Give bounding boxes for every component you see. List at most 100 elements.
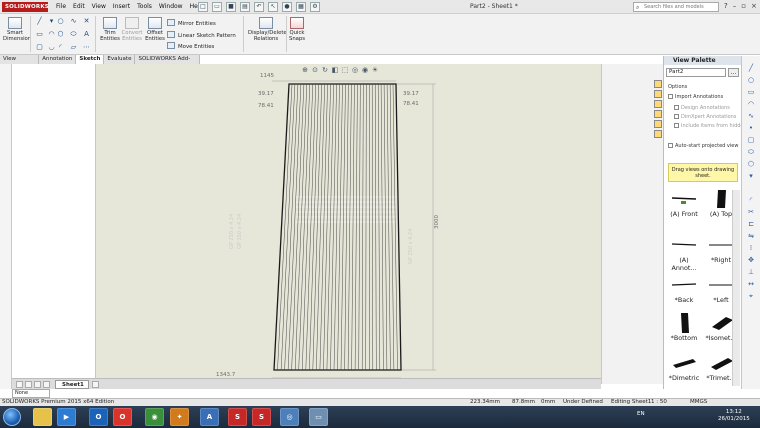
palette-document-select[interactable]: Part2 (666, 68, 726, 77)
zoom-area-icon[interactable]: ⊙ (311, 66, 319, 74)
display-delete-relations-button[interactable]: Display/Delete Relations (248, 17, 287, 42)
fillet-icon[interactable]: ◜ (746, 196, 756, 205)
dim-right-1[interactable]: 39.17 (403, 91, 419, 97)
autodesk-icon[interactable]: A (200, 408, 219, 426)
menu-file[interactable]: File (56, 3, 66, 10)
last-sheet-icon[interactable] (43, 381, 50, 388)
rectangle-icon[interactable]: ▭ (746, 88, 756, 97)
menu-tools[interactable]: Tools (137, 3, 152, 10)
snap-icon[interactable]: ⌖ (746, 292, 756, 301)
taskbar-clock[interactable]: 13:12 26/01/2015 (718, 409, 750, 423)
spline-icon[interactable]: ∿ (746, 112, 756, 121)
restore-icon[interactable]: ▫ (741, 2, 746, 10)
dimension-icon[interactable]: ↔ (746, 280, 756, 289)
view-dimetric[interactable]: *Dimetric (666, 352, 702, 383)
arc-icon[interactable]: ◠ (746, 100, 756, 109)
rectangle-icon[interactable]: ▭ (34, 30, 45, 38)
add-sheet-icon[interactable] (92, 381, 99, 388)
file-explorer-tab-icon[interactable] (654, 100, 662, 108)
app-fox-icon[interactable]: ✦ (170, 408, 189, 426)
new-document-icon[interactable]: □ (198, 2, 208, 12)
menu-view[interactable]: View (92, 3, 106, 10)
point-icon[interactable]: • (746, 124, 756, 133)
feature-manager-tree[interactable] (12, 64, 96, 389)
construction-icon[interactable]: ⋯ (81, 43, 92, 51)
dimxpert-annotations-checkbox[interactable]: DimXpert Annotations (674, 114, 736, 120)
hide-show-icon[interactable]: ◉ (361, 66, 369, 74)
solidworks-icon[interactable]: S (228, 408, 247, 426)
tab-view-layout[interactable]: View Layout (0, 55, 40, 71)
design-annotations-checkbox[interactable]: Design Annotations (674, 105, 730, 111)
circle-icon[interactable]: ○ (55, 17, 66, 25)
search-input[interactable]: ⌕ Search files and models (633, 2, 719, 12)
previous-view-icon[interactable]: ↻ (321, 66, 329, 74)
help-icon[interactable]: ? (724, 2, 728, 10)
options-gear-icon[interactable]: ⚙ (310, 2, 320, 12)
file-properties-icon[interactable]: ▦ (296, 2, 306, 12)
palette-browse-button[interactable]: … (728, 68, 739, 77)
mirror-entities-button[interactable]: Mirror Entities (167, 19, 216, 27)
auto-start-checkbox[interactable]: Auto-start projected view (668, 143, 738, 149)
move-icon[interactable]: ✥ (746, 256, 756, 265)
ellipse-icon[interactable]: ⬭ (746, 148, 756, 157)
appearances-tab-icon[interactable] (654, 120, 662, 128)
file-explorer-icon[interactable] (33, 408, 52, 426)
point-icon[interactable]: ✕ (81, 17, 92, 25)
scenes-icon[interactable]: ☀ (371, 66, 379, 74)
offset-entities-button[interactable]: Offset Entities (144, 17, 166, 42)
smart-dimension-button[interactable]: Smart Dimension (3, 17, 31, 42)
view-bottom[interactable]: *Bottom (666, 312, 702, 356)
minimize-icon[interactable]: – (733, 2, 737, 10)
tab-sketch[interactable]: Sketch (76, 55, 105, 64)
sheet-tab-sheet1[interactable]: Sheet1 (55, 380, 89, 389)
view-orientation-icon[interactable]: ⬚ (341, 66, 349, 74)
plane-icon[interactable]: ▱ (68, 43, 79, 51)
custom-properties-tab-icon[interactable] (654, 130, 662, 138)
tab-annotation[interactable]: Annotation (39, 55, 77, 64)
opera-icon[interactable]: O (113, 408, 132, 426)
next-sheet-icon[interactable] (34, 381, 41, 388)
start-button[interactable] (3, 408, 21, 426)
status-scale[interactable]: 1 : 50 (651, 399, 667, 406)
polygon-icon[interactable]: ⬡ (746, 160, 756, 169)
convert-entities-button[interactable]: Convert Entities (121, 17, 143, 42)
menu-window[interactable]: Window (159, 3, 183, 10)
dim-top-width[interactable]: 1145 (260, 73, 274, 79)
offset-icon[interactable]: ⊏ (746, 220, 756, 229)
windows-media-icon[interactable]: ▶ (57, 408, 76, 426)
include-hidden-checkbox[interactable]: Include items from hidden f (674, 123, 750, 129)
line-icon[interactable]: ╱ (746, 64, 756, 73)
view-a-front[interactable]: (A) Front (666, 188, 702, 232)
mirror-icon[interactable]: ⇋ (746, 232, 756, 241)
display-style-icon[interactable]: ◎ (351, 66, 359, 74)
print-icon[interactable]: ▤ (240, 2, 250, 12)
resources-tab-icon[interactable] (654, 80, 662, 88)
slot-icon[interactable]: ▢ (34, 43, 45, 51)
desktop-app-icon[interactable]: ▭ (309, 408, 328, 426)
first-sheet-icon[interactable] (16, 381, 23, 388)
view-palette-tab-icon[interactable] (654, 110, 662, 118)
outlook-icon[interactable]: O (89, 408, 108, 426)
view-a-annot[interactable]: (A) Annot... (666, 234, 702, 278)
close-icon[interactable]: × (751, 2, 757, 10)
relations-icon[interactable]: ⊥ (746, 268, 756, 277)
tab-evaluate[interactable]: Evaluate (104, 55, 136, 64)
spline-icon[interactable]: ∿ (68, 17, 79, 25)
dim-left-2[interactable]: 78.41 (258, 103, 274, 109)
prev-sheet-icon[interactable] (25, 381, 32, 388)
trim-icon[interactable]: ✂ (746, 208, 756, 217)
select-arrow-icon[interactable]: ↖ (268, 2, 278, 12)
solidworks-explorer-icon[interactable]: S (252, 408, 271, 426)
menu-edit[interactable]: Edit (73, 3, 85, 10)
rebuild-icon[interactable]: ● (282, 2, 292, 12)
palette-scrollbar[interactable] (732, 190, 740, 386)
pattern-icon[interactable]: ⁞ (746, 244, 756, 253)
drawing-sheet[interactable]: ⊕ ⊙ ↻ ◧ ⬚ ◎ ◉ ☀ 1145 39.17 78.41 39.17 7… (96, 64, 601, 384)
language-indicator[interactable]: EN (637, 411, 645, 417)
unit-select[interactable]: None (12, 389, 50, 398)
import-annotations-checkbox[interactable]: Import Annotations (668, 94, 723, 100)
fillet-icon[interactable]: ◜ (55, 43, 66, 51)
open-folder-icon[interactable]: ▭ (212, 2, 222, 12)
polygon-icon[interactable]: ⬡ (55, 30, 66, 38)
tab-solidworks-add-ins[interactable]: SOLIDWORKS Add-Ins (135, 55, 200, 71)
